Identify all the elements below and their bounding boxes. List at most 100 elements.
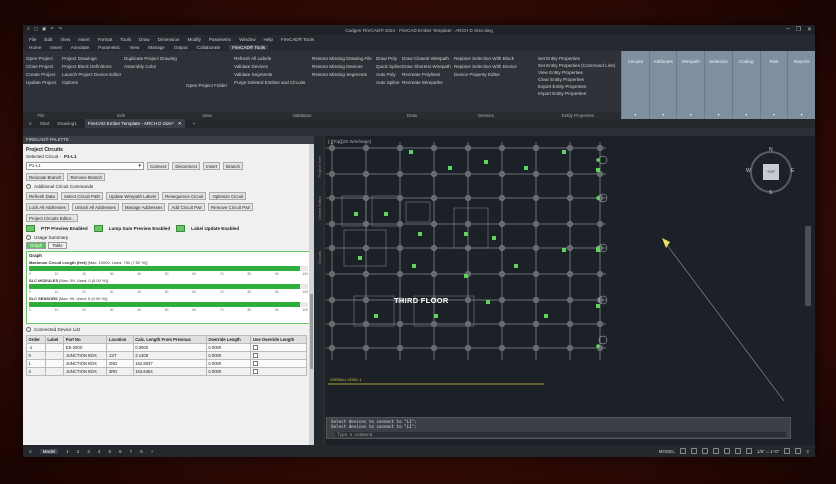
annotation-scale[interactable]: 1/8" = 1'-0" [757, 449, 779, 454]
project-circuits-editor-button[interactable]: Project Circuits Editor... [26, 214, 78, 222]
devices-collapse-icon[interactable] [26, 327, 31, 332]
column-header-calc-length-from-previous[interactable]: Calc. Length From Previous [132, 335, 207, 344]
ribbon-button-replace-selection-with-block[interactable]: Replace Selection With Block [454, 56, 518, 61]
use-override-checkbox[interactable] [252, 360, 258, 366]
ribbon-button-duplicate-project-drawing[interactable]: Duplicate Project Drawing [124, 56, 180, 61]
ribbon-button-quick-spline[interactable]: Quick Spline [376, 64, 402, 69]
fullscreen-icon[interactable] [795, 448, 802, 454]
canvas-scrollbar[interactable] [805, 226, 811, 306]
table-row[interactable]: -1 ES-200X 0.0000 0.0000 [26, 343, 307, 352]
ribbon-button-device-property-editor[interactable]: Device Property Editor [454, 72, 518, 77]
ribbon-button-restore-missing-devices[interactable]: Restore Missing Devices [312, 64, 370, 69]
menu-help[interactable]: Help [264, 37, 273, 42]
app-menu-icon[interactable]: ≡ [27, 26, 30, 32]
ribbon-panel-wirepath[interactable]: Wirepath ▾ [676, 51, 704, 119]
ribbon-panel-selection[interactable]: Selection ▾ [704, 51, 732, 119]
branch-button[interactable]: Branch [223, 162, 243, 170]
layout-tab-6[interactable]: 6 [119, 449, 122, 454]
column-header-override-length[interactable]: Override Length [205, 335, 252, 344]
ribbon-button-validate-segments[interactable]: Validate Segments [234, 72, 306, 77]
ribbon-tab-view[interactable]: View [129, 45, 139, 50]
grid-icon[interactable] [679, 448, 686, 454]
ribbon-button-project-drawings[interactable]: Project Drawings [62, 56, 118, 61]
doc-tabs-menu-icon[interactable]: ≡ [29, 121, 32, 126]
layout-tab-1[interactable]: 1 [66, 449, 69, 454]
menu-edit[interactable]: Edit [44, 37, 52, 42]
menu-format[interactable]: Format [98, 37, 113, 42]
chevron-down-icon[interactable]: ▾ [733, 112, 760, 117]
layout-tab-4[interactable]: 4 [98, 449, 101, 454]
ribbon-button-auto-poly[interactable]: Auto Poly [376, 72, 396, 77]
ribbon-button-draw-poly[interactable]: Draw Poly [376, 56, 397, 61]
new-doc-tab-button[interactable]: + [193, 121, 196, 126]
menu-insert[interactable]: Insert [78, 37, 90, 42]
ribbon-tab-collaborate[interactable]: Collaborate [197, 45, 221, 50]
compass-west[interactable]: W [746, 168, 751, 174]
unlock-all-addresses-button[interactable]: Unlock All Addresses [71, 203, 119, 211]
use-override-checkbox[interactable] [252, 352, 258, 358]
ribbon-button-import-entity-properties[interactable]: Import Entity Properties [538, 91, 618, 96]
column-header-use-override-length[interactable]: Use Override Length [250, 335, 307, 344]
connect-button[interactable]: Connect [147, 162, 170, 170]
compass-south[interactable]: S [769, 190, 772, 196]
ribbon-panel-circuits[interactable]: Circuits ▾ [621, 51, 649, 119]
layout-tab-2[interactable]: 2 [77, 449, 80, 454]
select-circuit-path-button[interactable]: Select Circuit Path [60, 192, 103, 200]
ribbon-button-recreate-polylines[interactable]: Recreate Polylines [402, 72, 448, 77]
close-icon[interactable]: ✕ [807, 26, 812, 33]
insert-button[interactable]: Insert [203, 162, 221, 170]
collapse-toggle-icon[interactable] [26, 184, 31, 189]
ribbon-button-purge-deleted-entities-and-circuits[interactable]: Purge Deleted Entities and Circuits [234, 80, 306, 85]
column-header-part-no[interactable]: Part No [63, 335, 108, 344]
lump-sum-preview-toggle[interactable] [93, 225, 103, 232]
chevron-down-icon[interactable]: ▾ [788, 112, 815, 117]
ribbon-button-validate-devices[interactable]: Validate Devices [234, 64, 306, 69]
refresh-data-button[interactable]: Refresh Data [26, 192, 58, 200]
menu-draw[interactable]: Draw [139, 37, 150, 42]
command-input[interactable]: Type a command [335, 432, 786, 437]
ribbon-button-recreate-wirepaths[interactable]: Recreate Wirepaths [402, 80, 448, 85]
doc-tab-active[interactable]: FireCAD Ember Template - ARCH D Size* ✕ [84, 119, 185, 128]
usage-collapse-icon[interactable] [26, 235, 31, 240]
workspace-icon[interactable] [745, 448, 752, 454]
model-space-toggle[interactable]: MODEL [659, 449, 675, 454]
ribbon-tab-home[interactable]: Home [29, 45, 41, 50]
usage-summary-header[interactable]: Usage Summary [26, 235, 311, 240]
relocate-branch-button[interactable]: Relocate Branch [26, 173, 65, 181]
chevron-down-icon[interactable]: ▾ [761, 112, 788, 117]
doc-tab-close-icon[interactable]: ✕ [178, 121, 182, 126]
ribbon-button-project-block-definitions[interactable]: Project Block Definitions [62, 64, 118, 69]
ribbon-button-assembly-color[interactable]: Assembly Color [124, 64, 180, 69]
resequence-circuit-button[interactable]: Resequence Circuit [162, 192, 207, 200]
customize-menu-icon[interactable]: ≡ [806, 449, 809, 454]
new-file-icon[interactable]: ▢ [34, 26, 38, 32]
additional-commands-header[interactable]: Additional Circuit Commands [26, 184, 311, 189]
ribbon-button-draw-shortest-wirepath[interactable]: Draw Shortest Wirepath [402, 64, 451, 69]
redo-icon[interactable]: ↷ [58, 26, 62, 32]
polar-icon[interactable] [712, 448, 719, 454]
ribbon-panel-attributes[interactable]: Attributes ▾ [648, 51, 677, 119]
table-row[interactable]: 0 JUNCTION BOX 1ST 3.1408 0.0000 [26, 351, 307, 360]
ribbon-button-restore-missing-drawing-file[interactable]: Restore Missing Drawing File [312, 56, 372, 61]
menu-modify[interactable]: Modify [187, 37, 201, 42]
osnap-icon[interactable] [723, 448, 730, 454]
doc-tab-start[interactable]: Start [40, 121, 50, 126]
ribbon-button-set-entity-properties[interactable]: Set Entity Properties [538, 56, 618, 61]
ribbon-button-launch-project-device-editor[interactable]: Launch Project Device Editor [62, 72, 121, 77]
ribbon-panel-reports[interactable]: Reports ▾ [787, 51, 815, 119]
ribbon-button-options[interactable]: Options [62, 80, 118, 85]
ribbon-button-auto-spline[interactable]: Auto Spline [376, 80, 400, 85]
settings-icon[interactable] [784, 448, 791, 454]
ribbon-button-draw-closest-wirepath[interactable]: Draw Closest Wirepath [402, 56, 449, 61]
ribbon-button-create-project[interactable]: Create Project [26, 72, 56, 77]
ribbon-panel-risk[interactable]: Risk ▾ [759, 51, 788, 119]
chevron-down-icon[interactable]: ▾ [622, 112, 649, 117]
column-header-location[interactable]: Location [106, 335, 134, 344]
layout-tab-7[interactable]: 7 [130, 449, 133, 454]
remove-branch-button[interactable]: Remove Branch [67, 173, 105, 181]
table-row[interactable]: 1 JUNCTION BOX 2ND 162.8037 0.0000 [26, 359, 307, 368]
column-header-order[interactable]: Order [26, 335, 46, 344]
chevron-down-icon[interactable]: ▾ [677, 112, 704, 117]
menu-tools[interactable]: Tools [120, 37, 131, 42]
use-override-checkbox[interactable] [252, 344, 258, 350]
